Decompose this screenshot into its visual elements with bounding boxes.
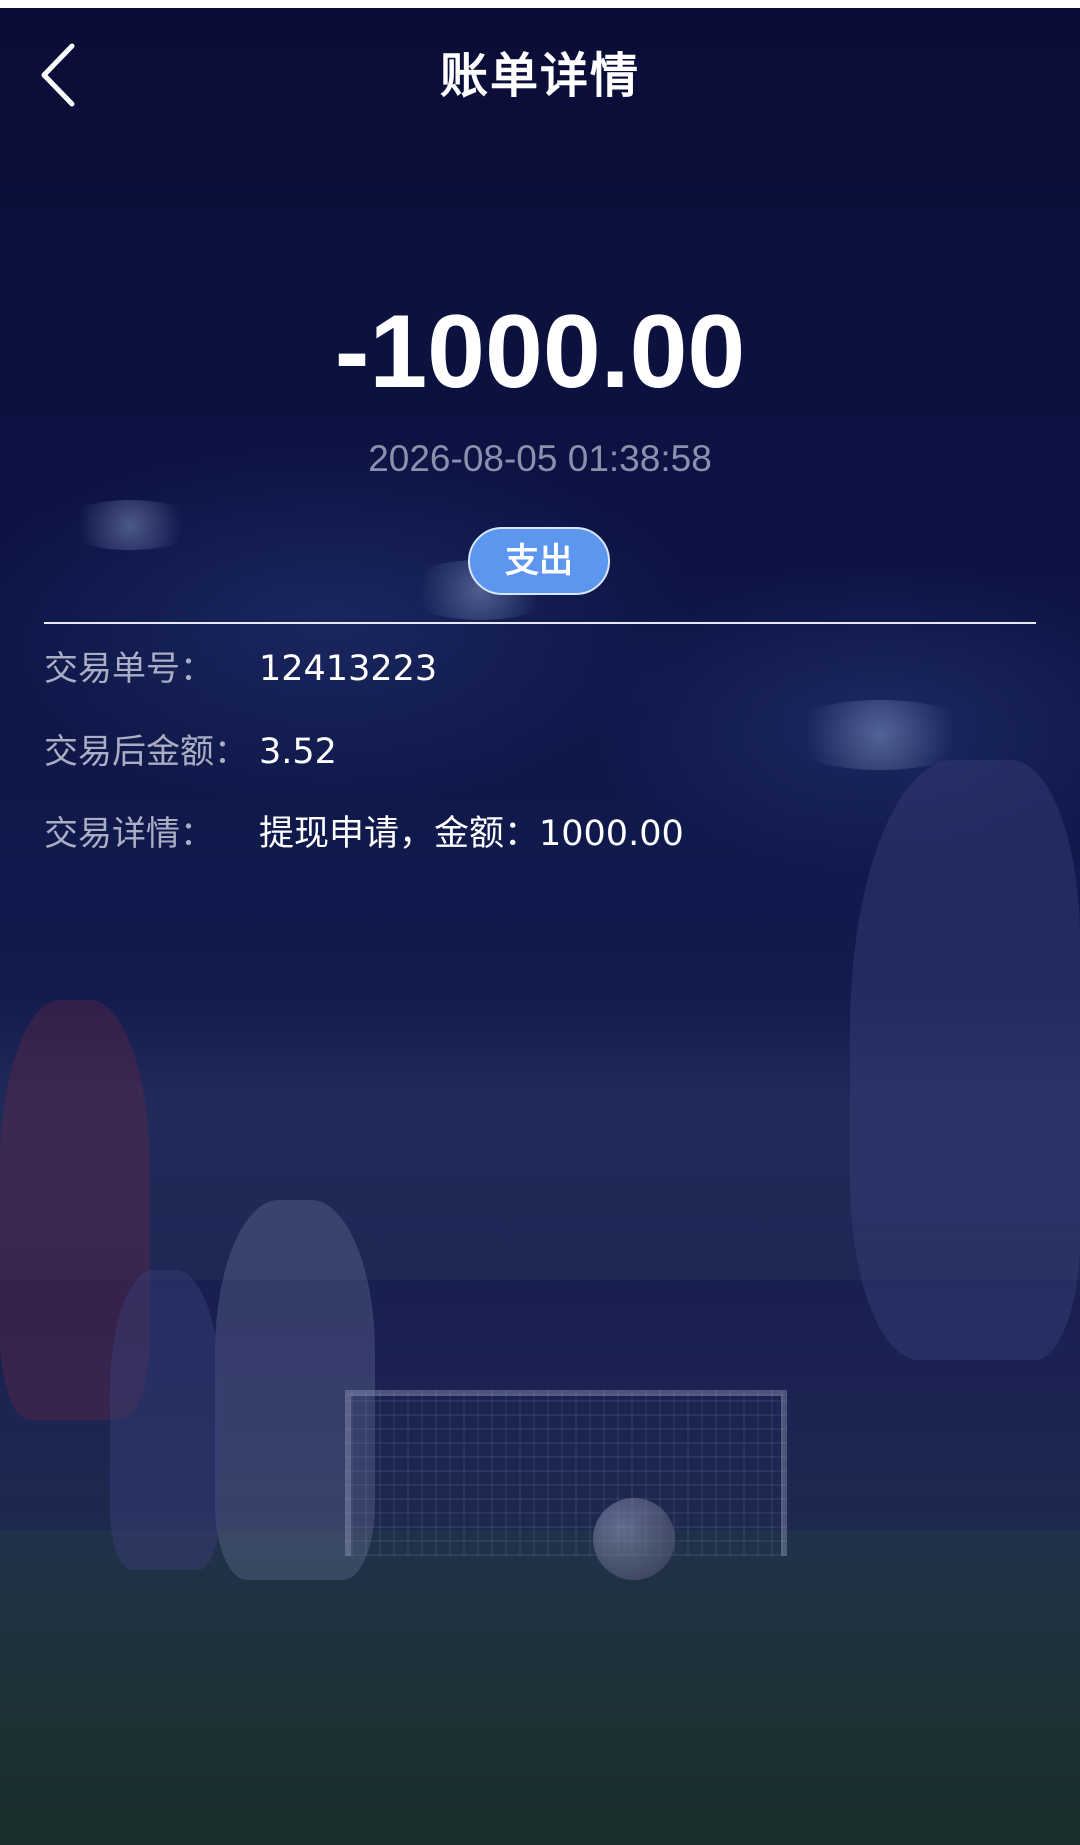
status-bar-strip	[0, 0, 1080, 8]
transaction-type-badge: 支出	[468, 527, 610, 595]
transaction-timestamp: 2026-08-05 01:38:58	[368, 438, 712, 479]
detail-label: 交易详情：	[44, 814, 214, 854]
player-silhouette	[110, 1270, 220, 1570]
detail-value: 提现申请，金额：1000.00	[259, 814, 684, 854]
soccer-ball-background	[593, 1498, 675, 1580]
section-divider	[44, 622, 1036, 624]
detail-value: 3.52	[259, 732, 337, 772]
detail-row-order-number: 交易单号： 12413223	[44, 641, 1036, 697]
detail-label: 交易后金额：	[44, 732, 248, 772]
detail-row-description: 交易详情： 提现申请，金额：1000.00	[44, 806, 1036, 862]
detail-label: 交易单号：	[44, 649, 214, 689]
detail-value: 12413223	[259, 649, 438, 689]
pitch-background	[0, 1530, 1080, 1845]
transaction-amount: -1000.00	[334, 294, 746, 410]
stadium-stands-background	[0, 990, 1080, 1280]
bill-detail-screen: 账单详情 -1000.00 2026-08-05 01:38:58 支出 交易单…	[0, 0, 1080, 1845]
page-title: 账单详情	[439, 48, 640, 104]
goal-net-background	[345, 1390, 787, 1556]
detail-row-balance-after: 交易后金额： 3.52	[44, 724, 1036, 780]
stadium-light-glow	[60, 500, 200, 550]
player-silhouette	[0, 1000, 150, 1420]
player-silhouette	[215, 1200, 375, 1580]
